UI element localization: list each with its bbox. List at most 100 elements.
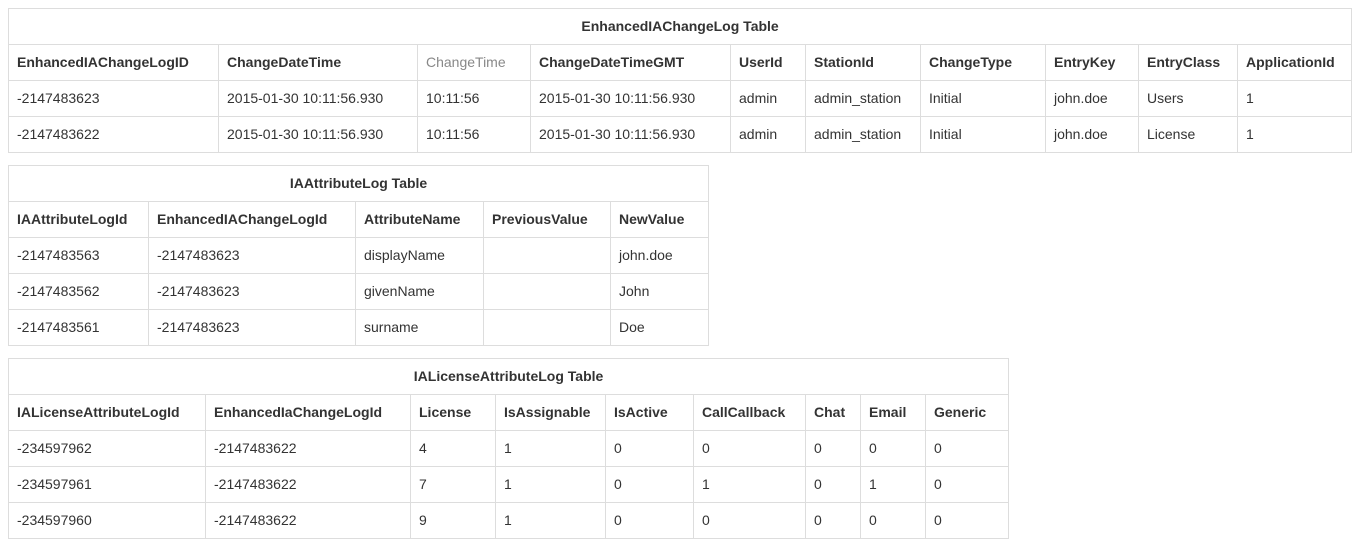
table-cell: givenName xyxy=(356,274,484,310)
column-header: PreviousValue xyxy=(484,202,611,238)
ia-attribute-log-table: IAAttributeLog Table IAAttributeLogIdEnh… xyxy=(8,165,709,346)
table-row: -2147483562-2147483623givenName John xyxy=(9,274,709,310)
table-cell: john.doe xyxy=(1046,81,1139,117)
table-cell: -2147483623 xyxy=(149,274,356,310)
table-cell: -234597960 xyxy=(9,503,206,539)
table-cell: -2147483622 xyxy=(9,117,219,153)
table-cell: 0 xyxy=(606,467,694,503)
table-title-row: IALicenseAttributeLog Table xyxy=(9,359,1009,395)
table-cell: -234597961 xyxy=(9,467,206,503)
table-row: -2147483561-2147483623surnameDoe xyxy=(9,310,709,346)
column-header: ChangeTime xyxy=(418,45,531,81)
column-header: ApplicationId xyxy=(1238,45,1352,81)
column-header: Generic xyxy=(926,395,1009,431)
table-cell xyxy=(484,238,611,274)
table-cell: admin_station xyxy=(806,81,921,117)
table-cell: -2147483622 xyxy=(206,467,411,503)
column-header: EnhancedIAChangeLogID xyxy=(9,45,219,81)
table-cell: 0 xyxy=(806,467,861,503)
column-header: EnhancedIAChangeLogId xyxy=(149,202,356,238)
table-cell: 0 xyxy=(606,431,694,467)
table-cell: 0 xyxy=(806,431,861,467)
table-cell: Initial xyxy=(921,81,1046,117)
table-cell: 7 xyxy=(411,467,496,503)
table-cell: 4 xyxy=(411,431,496,467)
column-header: UserId xyxy=(731,45,806,81)
table-cell xyxy=(484,310,611,346)
table-cell: -2147483563 xyxy=(9,238,149,274)
table-row: -21474836232015-01-30 10:11:56.93010:11:… xyxy=(9,81,1352,117)
column-header: License xyxy=(411,395,496,431)
table-header-row: IALicenseAttributeLogIdEnhancedIaChangeL… xyxy=(9,395,1009,431)
column-header: EntryClass xyxy=(1139,45,1238,81)
table-cell: 0 xyxy=(926,431,1009,467)
table-title: IALicenseAttributeLog Table xyxy=(9,359,1009,395)
table-cell: 0 xyxy=(861,431,926,467)
table-cell: admin xyxy=(731,117,806,153)
table-cell: -2147483622 xyxy=(206,503,411,539)
ia-license-attribute-log-table: IALicenseAttributeLog Table IALicenseAtt… xyxy=(8,358,1009,539)
table-row: -234597962-21474836224100000 xyxy=(9,431,1009,467)
table-cell: 0 xyxy=(861,503,926,539)
table-cell: -234597962 xyxy=(9,431,206,467)
table-cell: john.doe xyxy=(1046,117,1139,153)
table-cell: -2147483623 xyxy=(9,81,219,117)
column-header: AttributeName xyxy=(356,202,484,238)
table-row: -21474836222015-01-30 10:11:56.93010:11:… xyxy=(9,117,1352,153)
column-header: NewValue xyxy=(611,202,709,238)
table-row: -234597960-21474836229100000 xyxy=(9,503,1009,539)
column-header: IALicenseAttributeLogId xyxy=(9,395,206,431)
table-cell: Users xyxy=(1139,81,1238,117)
table-cell: 2015-01-30 10:11:56.930 xyxy=(219,117,418,153)
table-title-row: EnhancedIAChangeLog Table xyxy=(9,9,1352,45)
table-row: -2147483563-2147483623displayName john.do… xyxy=(9,238,709,274)
table-row: -234597961-21474836227101010 xyxy=(9,467,1009,503)
table-title: EnhancedIAChangeLog Table xyxy=(9,9,1352,45)
table-cell: 10:11:56 xyxy=(418,117,531,153)
table-cell: admin_station xyxy=(806,117,921,153)
column-header: ChangeDateTimeGMT xyxy=(531,45,731,81)
table-cell: admin xyxy=(731,81,806,117)
table-cell: displayName xyxy=(356,238,484,274)
table-cell: 1 xyxy=(1238,117,1352,153)
table-title-row: IAAttributeLog Table xyxy=(9,166,709,202)
table-cell: 0 xyxy=(926,467,1009,503)
table-cell: 0 xyxy=(926,503,1009,539)
enhanced-ia-change-log-table: EnhancedIAChangeLog Table EnhancedIAChan… xyxy=(8,8,1352,153)
table-cell: 1 xyxy=(496,431,606,467)
table-cell: 2015-01-30 10:11:56.930 xyxy=(531,117,731,153)
table-cell: 1 xyxy=(496,467,606,503)
table-header-row: EnhancedIAChangeLogIDChangeDateTimeChang… xyxy=(9,45,1352,81)
table-cell: 0 xyxy=(694,503,806,539)
table-cell: john.doe xyxy=(611,238,709,274)
table-cell: License xyxy=(1139,117,1238,153)
column-header: ChangeDateTime xyxy=(219,45,418,81)
table-cell: -2147483622 xyxy=(206,431,411,467)
column-header: Chat xyxy=(806,395,861,431)
column-header: IsAssignable xyxy=(496,395,606,431)
column-header: EntryKey xyxy=(1046,45,1139,81)
column-header: StationId xyxy=(806,45,921,81)
table-cell: 0 xyxy=(606,503,694,539)
column-header: IsActive xyxy=(606,395,694,431)
table-cell: -2147483562 xyxy=(9,274,149,310)
table-cell: 1 xyxy=(861,467,926,503)
table-cell: -2147483623 xyxy=(149,238,356,274)
table-cell: -2147483623 xyxy=(149,310,356,346)
table-cell: 0 xyxy=(806,503,861,539)
table-cell: 9 xyxy=(411,503,496,539)
table-cell: 1 xyxy=(694,467,806,503)
column-header: CallCallback xyxy=(694,395,806,431)
column-header: Email xyxy=(861,395,926,431)
table-cell: 2015-01-30 10:11:56.930 xyxy=(219,81,418,117)
table-cell: John xyxy=(611,274,709,310)
table-cell xyxy=(484,274,611,310)
table-header-row: IAAttributeLogIdEnhancedIAChangeLogIdAtt… xyxy=(9,202,709,238)
table-cell: 1 xyxy=(1238,81,1352,117)
table-cell: 10:11:56 xyxy=(418,81,531,117)
table-title: IAAttributeLog Table xyxy=(9,166,709,202)
table-cell: 0 xyxy=(694,431,806,467)
table-cell: 2015-01-30 10:11:56.930 xyxy=(531,81,731,117)
column-header: IAAttributeLogId xyxy=(9,202,149,238)
table-cell: Doe xyxy=(611,310,709,346)
